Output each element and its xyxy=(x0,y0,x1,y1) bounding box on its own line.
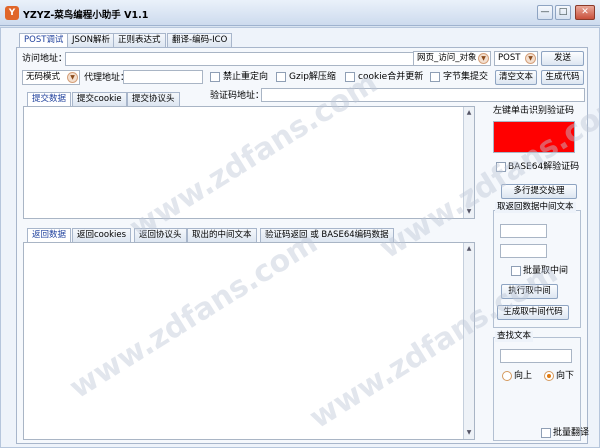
method-select[interactable]: POST ▼ xyxy=(494,51,538,66)
extract-start-input[interactable] xyxy=(500,224,547,238)
find-down-label: 向下 xyxy=(556,371,575,381)
clear-text-button[interactable]: 清空文本 xyxy=(495,70,537,85)
maximize-button[interactable]: □ xyxy=(555,5,571,20)
minimize-button[interactable]: — xyxy=(537,5,553,20)
tab-submit-headers[interactable]: 提交协议头 xyxy=(127,92,180,106)
bytes-submit-checkbox[interactable] xyxy=(430,72,440,82)
close-button[interactable]: ✕ xyxy=(575,5,595,20)
encoding-select-value: 无码模式 xyxy=(26,72,61,82)
find-text-input[interactable] xyxy=(500,349,572,363)
vertical-scrollbar[interactable]: ▲ ▼ xyxy=(463,107,474,218)
scroll-down-icon[interactable]: ▼ xyxy=(465,208,473,216)
title-bar: Y YZYZ-菜鸟编程小助手 V1.1 — □ ✕ xyxy=(0,0,600,26)
chevron-down-icon: ▼ xyxy=(478,53,489,64)
tab-response-headers[interactable]: 返回协议头 xyxy=(134,228,187,242)
send-button[interactable]: 发送 xyxy=(541,51,584,66)
find-up-radio[interactable] xyxy=(502,371,512,381)
mode-select-value: 网页_访问_对象 xyxy=(417,53,477,63)
tab-extracted-text[interactable]: 取出的中间文本 xyxy=(187,228,257,242)
url-input[interactable] xyxy=(65,52,421,66)
gzip-label: Gzip解压缩 xyxy=(289,72,336,82)
scroll-up-icon[interactable]: ▲ xyxy=(465,109,473,117)
captcha-title: 左键单击识别验证码 xyxy=(493,106,575,116)
base64-captcha-checkbox[interactable] xyxy=(496,162,506,172)
client-area: POST调试 JSON解析 正则表达式 翻译-编码-ICO 访问地址： 网页_访… xyxy=(0,27,600,448)
method-select-value: POST xyxy=(498,53,521,63)
no-redirect-checkbox[interactable] xyxy=(210,72,220,82)
chevron-down-icon: ▼ xyxy=(67,72,78,83)
tab-translate-encode[interactable]: 翻译-编码-ICO xyxy=(167,33,233,47)
batch-extract-label: 批量取中间 xyxy=(523,266,569,276)
multi-line-submit-button[interactable]: 多行提交处理 xyxy=(501,184,577,199)
tab-regex[interactable]: 正则表达式 xyxy=(113,33,166,47)
find-up-label: 向上 xyxy=(514,371,533,381)
scroll-up-icon[interactable]: ▲ xyxy=(465,245,473,253)
generate-code-button[interactable]: 生成代码 xyxy=(541,70,584,85)
base64-captcha-label: BASE64解验证码 xyxy=(508,162,580,172)
vertical-scrollbar[interactable]: ▲ ▼ xyxy=(463,243,474,439)
find-down-radio[interactable] xyxy=(544,371,554,381)
tab-response-cookies[interactable]: 返回cookies xyxy=(72,228,132,242)
post-debug-panel: 访问地址： 网页_访问_对象 ▼ POST ▼ 发送 无码模式 ▼ 代理地址： … xyxy=(16,47,590,444)
tab-submit-data[interactable]: 提交数据 xyxy=(27,92,72,107)
batch-replace-checkbox[interactable] xyxy=(541,428,551,438)
captcha-url-input[interactable] xyxy=(261,88,585,102)
batch-replace-label: 批量翻译 xyxy=(553,428,590,438)
tab-submit-cookie[interactable]: 提交cookie xyxy=(72,92,127,106)
proxy-input[interactable] xyxy=(123,70,203,84)
submit-data-textarea[interactable]: ▲ ▼ xyxy=(23,106,475,219)
scroll-down-icon[interactable]: ▼ xyxy=(465,429,473,437)
extract-group-title: 取返回数据中间文本 xyxy=(495,202,576,213)
no-redirect-label: 禁止重定向 xyxy=(223,72,269,82)
execute-extract-button[interactable]: 执行取中间 xyxy=(501,284,558,299)
window-title: YZYZ-菜鸟编程小助手 V1.1 xyxy=(23,10,149,21)
generate-extract-code-button[interactable]: 生成取中间代码 xyxy=(497,305,569,320)
bytes-submit-label: 字节集提交 xyxy=(443,72,489,82)
response-data-textarea[interactable]: ▲ ▼ xyxy=(23,242,475,440)
cookie-merge-checkbox[interactable] xyxy=(345,72,355,82)
mode-select[interactable]: 网页_访问_对象 ▼ xyxy=(413,51,491,66)
batch-extract-checkbox[interactable] xyxy=(511,266,521,276)
find-group-title: 查找文本 xyxy=(495,331,534,342)
gzip-checkbox[interactable] xyxy=(276,72,286,82)
chevron-down-icon: ▼ xyxy=(525,53,536,64)
cookie-merge-label: cookie合并更新 xyxy=(358,72,424,82)
url-label: 访问地址： xyxy=(22,54,68,64)
tab-json-parse[interactable]: JSON解析 xyxy=(67,33,115,47)
captcha-image[interactable] xyxy=(493,121,575,153)
encoding-select[interactable]: 无码模式 ▼ xyxy=(22,70,80,85)
captcha-image-fill xyxy=(494,122,574,152)
captcha-url-label: 验证码地址： xyxy=(210,91,265,101)
extract-end-input[interactable] xyxy=(500,244,547,258)
tab-post-debug[interactable]: POST调试 xyxy=(19,33,69,48)
app-logo-icon: Y xyxy=(5,6,19,20)
tab-response-data[interactable]: 返回数据 xyxy=(27,228,72,243)
tab-captcha-base64[interactable]: 验证码返回 或 BASE64编码数据 xyxy=(260,228,394,242)
